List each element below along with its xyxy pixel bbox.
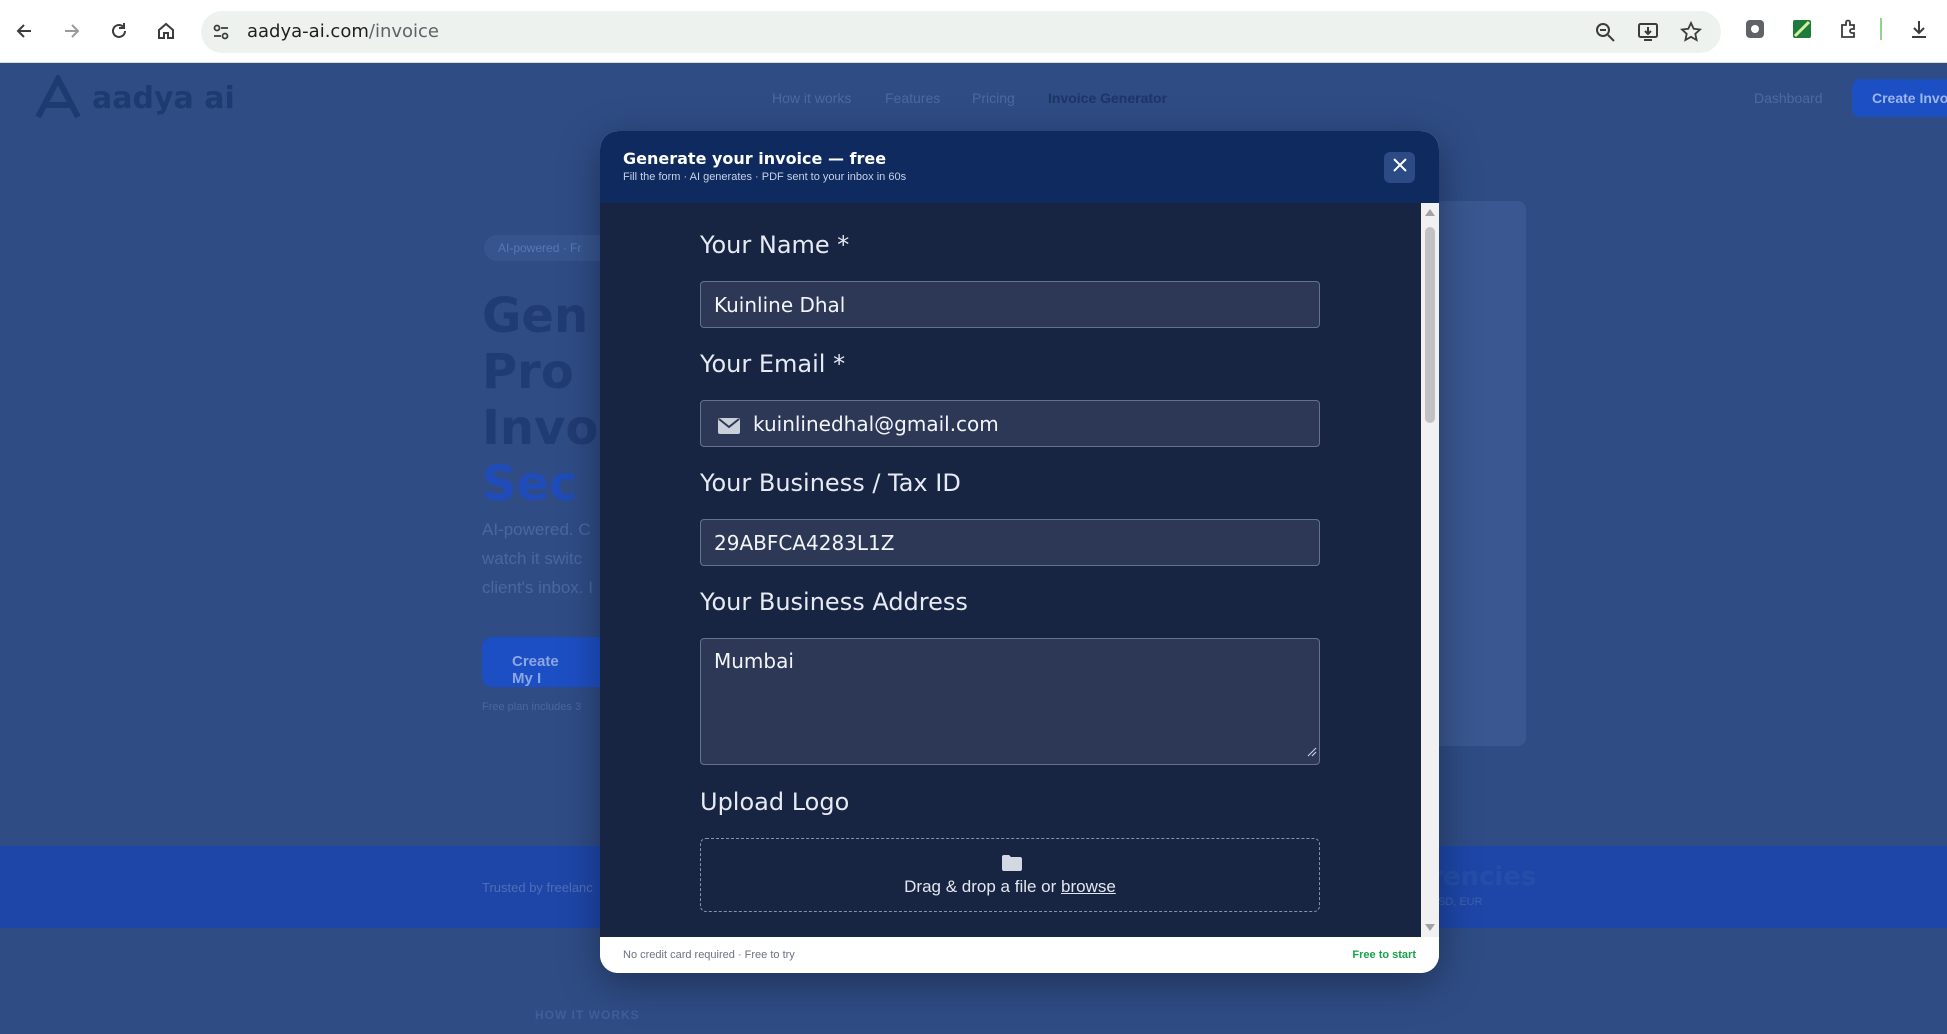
mail-icon <box>718 415 740 439</box>
hero-sub-line: client's inbox. I <box>482 578 593 597</box>
zoom-icon[interactable] <box>1594 21 1616 48</box>
hero-note: Free plan includes 3 <box>482 701 582 713</box>
nav-features[interactable]: Features <box>885 90 940 106</box>
invoice-modal: Generate your invoice — free Fill the fo… <box>600 131 1439 973</box>
close-button[interactable] <box>1384 152 1415 183</box>
back-arrow-icon[interactable] <box>10 16 40 46</box>
dashboard-link[interactable]: Dashboard <box>1754 90 1823 106</box>
browse-link[interactable]: browse <box>1061 877 1116 896</box>
scrollbar-thumb[interactable] <box>1425 227 1435 423</box>
reload-icon[interactable] <box>104 16 134 46</box>
taxid-input[interactable]: 29ABFCA4283L1Z <box>700 519 1320 566</box>
dropzone-text: Drag & drop a file or browse <box>701 877 1319 897</box>
bookmark-star-icon[interactable] <box>1679 20 1703 48</box>
currencies-title: rencies <box>1430 862 1537 892</box>
logo-dropzone[interactable]: Drag & drop a file or browse <box>700 838 1320 912</box>
modal-subtitle: Fill the form · AI generates · PDF sent … <box>623 171 907 183</box>
hero-title: Gen Pro Invo Sec <box>482 288 598 512</box>
hero-sub-line: AI-powered. C <box>482 520 591 539</box>
email-value: kuinlinedhal@gmail.com <box>753 411 999 436</box>
address-bar[interactable]: aadya-ai.com/invoice <box>201 11 1721 53</box>
nav-pricing[interactable]: Pricing <box>972 90 1015 106</box>
site-logo[interactable]: aadya ai <box>34 75 235 121</box>
folder-icon <box>1002 855 1022 876</box>
logo-text: aadya ai <box>92 80 235 116</box>
browser-toolbar: aadya-ai.com/invoice <box>0 0 1947 63</box>
resize-grip-icon[interactable] <box>1307 738 1317 762</box>
hero-sub-line: watch it switc <box>482 549 583 568</box>
extensions-puzzle-icon[interactable] <box>1838 18 1860 45</box>
modal-form: Your Name * Kuinline Dhal Your Email * k… <box>600 203 1421 937</box>
how-it-works-heading: HOW IT WORKS <box>535 1008 640 1022</box>
extension-leaf-icon[interactable] <box>1791 18 1813 45</box>
modal-header: Generate your invoice — free Fill the fo… <box>600 131 1439 203</box>
upload-logo-label: Upload Logo <box>700 788 850 816</box>
hero-line: Pro <box>482 344 574 400</box>
footer-note: No credit card required · Free to try <box>623 949 795 961</box>
email-input[interactable]: kuinlinedhal@gmail.com <box>700 400 1320 447</box>
url-text: aadya-ai.com/invoice <box>247 21 439 42</box>
close-icon <box>1392 157 1408 178</box>
url-domain: aadya-ai.com <box>247 21 369 42</box>
scroll-down-arrow-icon[interactable] <box>1425 924 1435 931</box>
site-settings-icon[interactable] <box>211 22 231 47</box>
hero-subtitle: AI-powered. C watch it switc client's in… <box>482 515 593 602</box>
address-label: Your Business Address <box>700 588 968 616</box>
drop-text: Drag & drop a file or <box>904 877 1062 896</box>
forward-arrow-icon[interactable] <box>56 16 86 46</box>
name-label: Your Name * <box>700 231 850 259</box>
url-path: /invoice <box>368 21 439 42</box>
hero-line: Invo <box>482 400 599 456</box>
trusted-text: Trusted by freelanc <box>482 880 593 895</box>
free-to-start-badge: Free to start <box>1352 949 1416 961</box>
install-app-icon[interactable] <box>1637 21 1659 48</box>
name-input[interactable]: Kuinline Dhal <box>700 281 1320 328</box>
nav-invoice-generator[interactable]: Invoice Generator <box>1048 90 1167 106</box>
invoice-preview-card <box>1430 201 1526 746</box>
address-value: Mumbai <box>714 649 794 673</box>
hero-line: Sec <box>482 456 578 512</box>
toolbar-divider <box>1880 18 1882 40</box>
downloads-icon[interactable] <box>1908 18 1930 45</box>
home-icon[interactable] <box>151 16 181 46</box>
address-textarea[interactable]: Mumbai <box>700 638 1320 765</box>
extension-icon[interactable] <box>1744 18 1766 45</box>
hero-create-button[interactable]: Create My I <box>482 637 612 687</box>
email-label: Your Email * <box>700 350 846 378</box>
modal-scrollbar[interactable] <box>1421 203 1439 937</box>
hero-line: Gen <box>482 288 589 344</box>
scroll-up-arrow-icon[interactable] <box>1425 209 1435 216</box>
nav-how-it-works[interactable]: How it works <box>772 90 851 106</box>
modal-footer: No credit card required · Free to try Fr… <box>600 937 1439 973</box>
taxid-label: Your Business / Tax ID <box>700 469 961 497</box>
create-invoice-top-button[interactable]: Create Invo <box>1852 79 1947 117</box>
modal-title: Generate your invoice — free <box>623 149 887 168</box>
